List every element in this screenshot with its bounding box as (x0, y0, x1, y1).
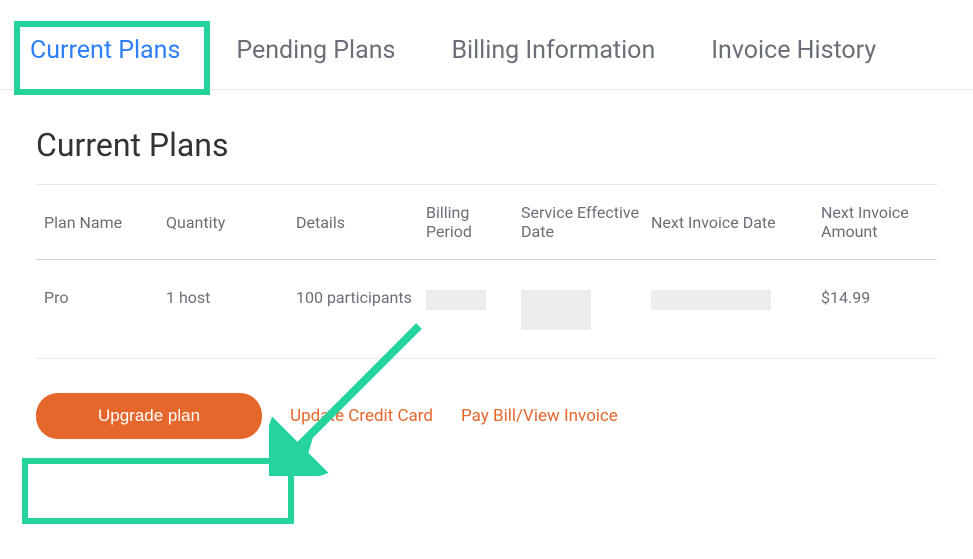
header-service-effective-date: Service Effective Date (521, 203, 651, 241)
plans-table: Plan Name Quantity Details Billing Perio… (36, 184, 937, 359)
redacted-content (651, 290, 771, 310)
cell-next-invoice-amount: $14.99 (821, 288, 937, 307)
highlight-box-button (22, 458, 294, 524)
header-next-invoice-date: Next Invoice Date (651, 213, 821, 232)
cell-service-effective-date (521, 288, 651, 330)
header-plan-name: Plan Name (36, 213, 166, 232)
header-billing-period: Billing Period (426, 203, 521, 241)
redacted-content (521, 290, 591, 330)
tab-pending-plans[interactable]: Pending Plans (236, 36, 395, 65)
header-quantity: Quantity (166, 213, 296, 232)
header-next-invoice-amount: Next Invoice Amount (821, 203, 937, 241)
table-row: Pro 1 host 100 participants $14.99 (36, 260, 937, 359)
pay-bill-view-invoice-link[interactable]: Pay Bill/View Invoice (461, 406, 618, 426)
redacted-content (426, 290, 486, 310)
table-header-row: Plan Name Quantity Details Billing Perio… (36, 184, 937, 260)
cell-next-invoice-date (651, 288, 821, 310)
upgrade-plan-button[interactable]: Upgrade plan (36, 393, 262, 439)
header-details: Details (296, 213, 426, 232)
tab-billing-information[interactable]: Billing Information (451, 36, 655, 65)
cell-details: 100 participants (296, 288, 426, 307)
page-title: Current Plans (36, 126, 973, 164)
cell-quantity: 1 host (166, 288, 296, 307)
tab-current-plans[interactable]: Current Plans (30, 36, 180, 65)
cell-billing-period (426, 288, 521, 310)
cell-plan-name: Pro (36, 288, 166, 307)
tabs-bar: Current Plans Pending Plans Billing Info… (0, 0, 973, 90)
actions-bar: Upgrade plan Update Credit Card Pay Bill… (36, 393, 973, 439)
update-credit-card-link[interactable]: Update Credit Card (290, 406, 433, 426)
tab-invoice-history[interactable]: Invoice History (711, 36, 876, 65)
